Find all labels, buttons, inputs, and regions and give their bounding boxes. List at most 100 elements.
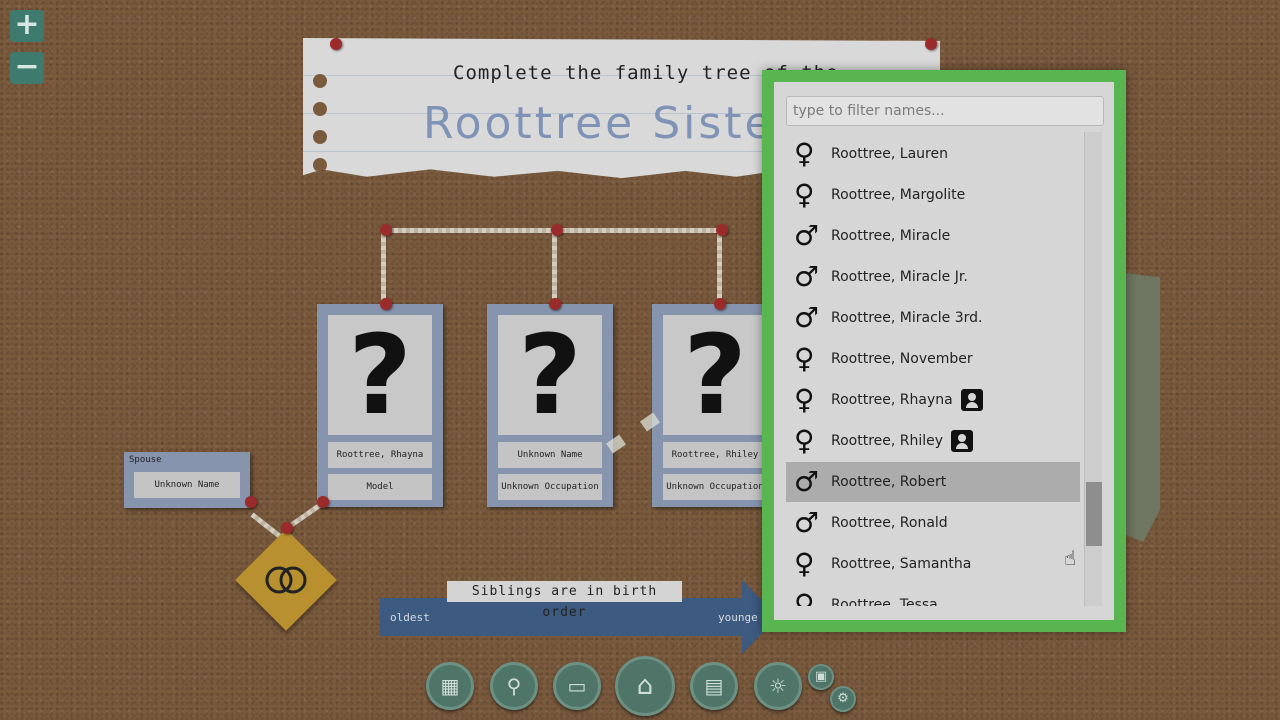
notebook-button[interactable]: ▤ xyxy=(690,662,738,710)
punch-hole xyxy=(313,158,327,172)
punch-hole xyxy=(313,74,327,88)
female-symbol-icon: ♀ xyxy=(794,383,815,416)
hint-button[interactable]: ☼ xyxy=(754,662,802,710)
female-symbol-icon: ♀ xyxy=(794,424,815,457)
family-tree-button[interactable]: ▦ xyxy=(426,662,474,710)
name-list-item-label: Roottree, Miracle xyxy=(831,228,951,244)
spouse-card[interactable]: Spouse Unknown Name xyxy=(124,452,250,508)
person-card[interactable]: ? Roottree, Rhiley Unknown Occupation xyxy=(652,304,778,507)
computer-icon: ▭ xyxy=(567,674,587,698)
person-name-label[interactable]: Roottree, Rhiley xyxy=(663,442,767,468)
push-pin xyxy=(281,522,293,534)
female-symbol-icon: ♀ xyxy=(794,342,815,375)
youngest-label: younge xyxy=(718,611,758,624)
name-list-item[interactable]: ♂ Roottree, Ronald xyxy=(786,503,1080,543)
siblings-order-label: Siblings are in birth order xyxy=(447,581,682,620)
person-profile-icon xyxy=(961,389,983,411)
name-list-item[interactable]: ♂ Roottree, Miracle Jr. xyxy=(786,257,1080,297)
push-pin xyxy=(380,224,392,236)
push-pin xyxy=(549,298,561,310)
name-list-item-label: Roottree, Miracle Jr. xyxy=(831,269,968,285)
name-list-item[interactable]: ♀ Roottree, Lauren xyxy=(786,134,1080,174)
search-person-button[interactable]: ⚲ xyxy=(490,662,538,710)
wedding-rings-icon xyxy=(265,566,307,594)
name-list-item[interactable]: ♀ Roottree, Margolite xyxy=(786,175,1080,215)
name-list-item-label: Roottree, Robert xyxy=(831,474,947,490)
person-occupation-label[interactable]: Unknown Occupation xyxy=(498,474,602,500)
name-list-item-label: Roottree, Rhayna xyxy=(831,392,953,408)
unknown-photo-icon: ? xyxy=(328,315,432,435)
home-icon: ⌂ xyxy=(636,671,654,701)
push-pin xyxy=(245,496,257,508)
photo-icon: ▣ xyxy=(814,669,828,684)
name-list-scrollbar[interactable] xyxy=(1084,132,1102,606)
scrollbar-thumb[interactable] xyxy=(1086,482,1102,546)
sibling-string xyxy=(381,230,386,304)
family-tree-icon: ▦ xyxy=(440,674,460,698)
male-symbol-icon: ♂ xyxy=(794,219,820,252)
spouse-name-label[interactable]: Unknown Name xyxy=(134,472,240,498)
push-pin xyxy=(330,38,342,50)
male-symbol-icon: ♂ xyxy=(794,465,820,498)
person-occupation-label[interactable]: Model xyxy=(328,474,432,500)
settings-gear-button[interactable]: ⚙ xyxy=(830,686,856,712)
unknown-photo-icon: ? xyxy=(663,315,767,435)
name-list-item-label: Roottree, Samantha xyxy=(831,556,972,572)
name-list-item-label: Roottree, Miracle 3rd. xyxy=(831,310,983,326)
push-pin xyxy=(551,224,563,236)
push-pin xyxy=(714,298,726,310)
name-list-item[interactable]: ♂ Roottree, Miracle 3rd. xyxy=(786,298,1080,338)
unknown-photo-icon: ? xyxy=(498,315,602,435)
name-list-item-label: Roottree, November xyxy=(831,351,973,367)
male-symbol-icon: ♂ xyxy=(794,301,820,334)
punch-hole xyxy=(313,102,327,116)
female-symbol-icon: ♀ xyxy=(794,547,815,580)
name-list-item[interactable]: ♂ Roottree, Miracle xyxy=(786,216,1080,256)
filter-names-input[interactable]: type to filter names... xyxy=(786,96,1104,126)
sibling-string xyxy=(717,230,722,304)
female-symbol-icon: ♀ xyxy=(794,588,815,606)
person-card[interactable]: ? Roottree, Rhayna Model xyxy=(317,304,443,507)
photo-button[interactable]: ▣ xyxy=(808,664,834,690)
name-list-item[interactable]: ♀ Roottree, Samantha xyxy=(786,544,1080,584)
name-list-item[interactable]: ♀ Roottree, November xyxy=(786,339,1080,379)
name-list-item-label: Roottree, Ronald xyxy=(831,515,948,531)
title-family-name: Roottree Siste xyxy=(423,98,775,149)
name-list-item-label: Roottree, Lauren xyxy=(831,146,948,162)
notebook-icon: ▤ xyxy=(704,674,724,698)
name-list-item[interactable]: ♂ Roottree, Robert xyxy=(786,462,1080,502)
hand-cursor-icon: ☝ xyxy=(1064,546,1077,570)
person-card[interactable]: ? Unknown Name Unknown Occupation xyxy=(487,304,613,507)
sibling-string xyxy=(552,230,557,304)
zoom-out-button[interactable]: − xyxy=(10,52,44,84)
female-symbol-icon: ♀ xyxy=(794,178,815,211)
punch-hole xyxy=(313,130,327,144)
name-list-item[interactable]: ♀ Roottree, Tessa xyxy=(786,585,1080,606)
person-name-label[interactable]: Unknown Name xyxy=(498,442,602,468)
search-person-icon: ⚲ xyxy=(506,674,522,698)
person-profile-icon xyxy=(951,430,973,452)
push-pin xyxy=(925,38,937,50)
male-symbol-icon: ♂ xyxy=(794,506,820,539)
name-list-item-label: Roottree, Tessa xyxy=(831,597,938,606)
push-pin xyxy=(716,224,728,236)
male-symbol-icon: ♂ xyxy=(794,260,820,293)
computer-button[interactable]: ▭ xyxy=(553,662,601,710)
oldest-label: oldest xyxy=(390,611,430,624)
name-list-item[interactable]: ♀ Roottree, Rhayna xyxy=(786,380,1080,420)
female-symbol-icon: ♀ xyxy=(794,137,815,170)
home-button[interactable]: ⌂ xyxy=(615,656,675,716)
name-picker-body: type to filter names... ♀ Roottree, Laure… xyxy=(774,82,1114,620)
name-list-item-label: Roottree, Rhiley xyxy=(831,433,944,449)
name-list-item[interactable]: ♀ Roottree, Rhiley xyxy=(786,421,1080,461)
name-list-item-label: Roottree, Margolite xyxy=(831,187,966,203)
person-occupation-label[interactable]: Unknown Occupation xyxy=(663,474,767,500)
hint-icon: ☼ xyxy=(769,674,787,698)
spouse-tag: Spouse xyxy=(129,455,162,465)
push-pin xyxy=(380,298,392,310)
push-pin xyxy=(317,496,329,508)
person-name-label[interactable]: Roottree, Rhayna xyxy=(328,442,432,468)
name-list[interactable]: ♀ Roottree, Lauren ♀ Roottree, Margolite ♂ Ro… xyxy=(786,132,1082,606)
settings-gear-icon: ⚙ xyxy=(837,691,849,706)
zoom-in-button[interactable]: + xyxy=(10,10,44,42)
